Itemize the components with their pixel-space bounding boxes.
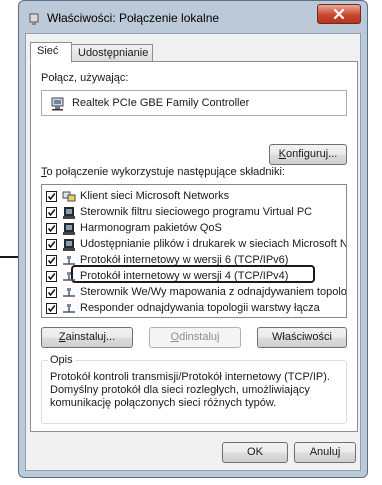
components-label-text: o połączenie wykorzystuje następujące sk…	[46, 166, 285, 178]
close-icon	[333, 9, 345, 19]
connect-using-label: Połącz, używając:	[41, 72, 129, 84]
component-label: Sterownik filtru sieciowego programu Vir…	[80, 206, 313, 218]
adapter-name: Realtek PCIe GBE Family Controller	[72, 97, 250, 109]
ok-button[interactable]: OK	[222, 442, 288, 463]
properties-dialog: Właściwości: Połączenie lokalne Sieć Udo…	[18, 0, 368, 478]
list-item[interactable]: Responder odnajdywania topologii warstwy…	[42, 301, 346, 317]
component-label: Protokół internetowy w wersji 4 (TCP/IPv…	[80, 270, 289, 282]
network-adapter-icon	[29, 13, 39, 25]
description-legend: Opis	[48, 354, 75, 366]
uninstall-label: dinstaluj	[179, 331, 220, 343]
list-item-selected[interactable]: Protokół internetowy w wersji 4 (TCP/IPv…	[42, 269, 346, 285]
components-label: To połączenie wykorzystuje następujące s…	[41, 166, 285, 178]
title-bar: Właściwości: Połączenie lokalne	[19, 1, 367, 35]
network-card-icon	[51, 97, 64, 111]
network-service-icon	[63, 223, 75, 235]
dialog-client-area: Sieć Udostępnianie Połącz, używając: Rea…	[25, 33, 361, 471]
checkbox[interactable]	[46, 255, 57, 266]
list-item[interactable]: Udostępnianie plików i drukarek w siecia…	[42, 237, 347, 253]
protocol-icon	[63, 304, 75, 313]
network-client-icon	[62, 191, 76, 202]
protocol-icon	[63, 272, 75, 281]
configure-accesskey: K	[278, 148, 286, 160]
network-service-icon	[63, 207, 75, 219]
checkbox[interactable]	[46, 303, 57, 314]
install-button[interactable]: Zainstaluj...	[41, 327, 133, 348]
component-label: Harmonogram pakietów QoS	[80, 222, 222, 234]
install-accesskey: Z	[58, 331, 66, 343]
component-label: Responder odnajdywania topologii warstwy…	[80, 302, 320, 314]
list-item[interactable]: Protokół internetowy w wersji 6 (TCP/IPv…	[42, 253, 346, 269]
component-label: Sterownik We/Wy mapowania z odnajdywanie…	[80, 286, 347, 298]
uninstall-button[interactable]: Odinstaluj	[149, 327, 241, 348]
checkbox[interactable]	[46, 239, 57, 250]
close-button[interactable]	[317, 4, 361, 24]
description-group: Opis Protokół kontroli transmisji/Protok…	[41, 354, 347, 424]
component-label: Udostępnianie plików i drukarek w siecia…	[80, 238, 347, 250]
checkbox[interactable]	[46, 191, 57, 202]
uninstall-accesskey: O	[170, 331, 180, 343]
checkbox[interactable]	[46, 207, 57, 218]
protocol-icon	[63, 256, 75, 265]
list-item[interactable]: Klient sieci Microsoft Networks	[42, 189, 346, 205]
list-item[interactable]: Sterownik filtru sieciowego programu Vir…	[42, 205, 346, 221]
component-label: Protokół internetowy w wersji 6 (TCP/IPv…	[80, 254, 289, 266]
network-tab-panel: Połącz, używając: Realtek PCIe GBE Famil…	[30, 61, 358, 432]
tab-network[interactable]: Sieć	[30, 42, 72, 63]
components-list[interactable]: Klient sieci Microsoft Networks Sterowni…	[41, 184, 347, 318]
protocol-icon	[63, 288, 75, 297]
properties-button[interactable]: Właściwości	[257, 327, 347, 348]
checkbox[interactable]	[46, 223, 57, 234]
configure-button[interactable]: Konfiguruj...	[269, 144, 347, 165]
configure-label: onfiguruj...	[285, 148, 338, 160]
description-text: Protokół kontroli transmisji/Protokół in…	[50, 371, 330, 409]
checkbox[interactable]	[46, 271, 57, 282]
checkbox[interactable]	[46, 287, 57, 298]
window-title: Właściwości: Połączenie lokalne	[47, 11, 220, 25]
network-service-icon	[63, 239, 75, 251]
component-label: Klient sieci Microsoft Networks	[80, 190, 230, 202]
list-item[interactable]: Sterownik We/Wy mapowania z odnajdywanie…	[42, 285, 347, 301]
install-label: ainstaluj...	[65, 331, 116, 343]
tab-sharing[interactable]: Udostępnianie	[71, 44, 153, 62]
adapter-box: Realtek PCIe GBE Family Controller	[41, 90, 347, 116]
cancel-button[interactable]: Anuluj	[294, 442, 356, 463]
list-item[interactable]: Harmonogram pakietów QoS	[42, 221, 346, 237]
